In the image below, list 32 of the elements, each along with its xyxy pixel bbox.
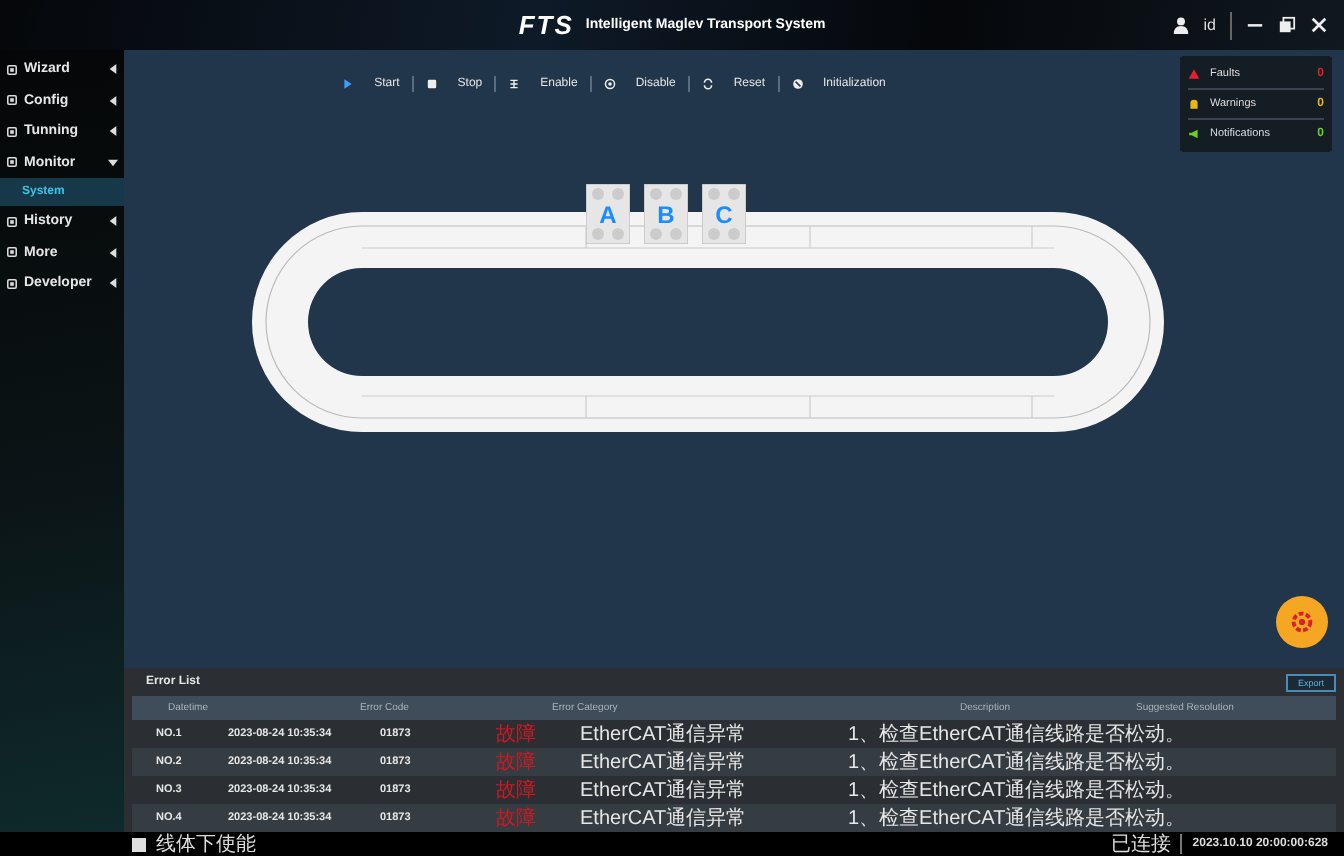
- table-cell-text: EtherCAT通信异常: [580, 805, 749, 832]
- connection-status: 已连接: [1110, 831, 1171, 856]
- table-cell-text: 故障: [496, 805, 538, 832]
- floating-action-button[interactable]: [1276, 596, 1328, 648]
- gear-icon: [1290, 610, 1314, 634]
- user-id: id: [1203, 16, 1216, 34]
- table-cell-text: 1、检查EtherCAT通信线路是否松动。: [848, 805, 1188, 832]
- logo: FTS: [518, 10, 574, 40]
- checkbox-label: 线体下使能: [156, 831, 256, 856]
- table-cell-text: 1、检查EtherCAT通信线路是否松动。: [848, 721, 1188, 748]
- menu-item-icon: [6, 246, 18, 259]
- user-icon[interactable]: [1171, 16, 1190, 34]
- table-cell-text: EtherCAT通信异常: [580, 721, 749, 748]
- table-cell-text: EtherCAT通信异常: [580, 749, 749, 776]
- stop-icon: [425, 78, 438, 90]
- table-cell-text: 1、检查EtherCAT通信线路是否松动。: [848, 777, 1188, 804]
- table-cell-text: 故障: [496, 777, 538, 804]
- menu-item-icon: [6, 215, 18, 228]
- refresh-icon: [701, 78, 714, 90]
- table-cell-text: 1、检查EtherCAT通信线路是否松动。: [848, 749, 1188, 776]
- close-icon[interactable]: [1310, 16, 1328, 34]
- menu-item-icon: [6, 125, 18, 138]
- play-icon: [342, 78, 355, 90]
- restore-icon[interactable]: [1278, 16, 1296, 34]
- table-cell-text: EtherCAT通信异常: [580, 777, 749, 804]
- menu-item-icon: [6, 156, 18, 169]
- table-cell-text: 故障: [496, 749, 538, 776]
- checkbox[interactable]: [132, 837, 146, 851]
- menu-item-icon: [6, 63, 18, 76]
- menu-item-icon: [6, 94, 18, 107]
- menu-item-icon: [6, 277, 18, 290]
- table-cell-text: 故障: [496, 721, 538, 748]
